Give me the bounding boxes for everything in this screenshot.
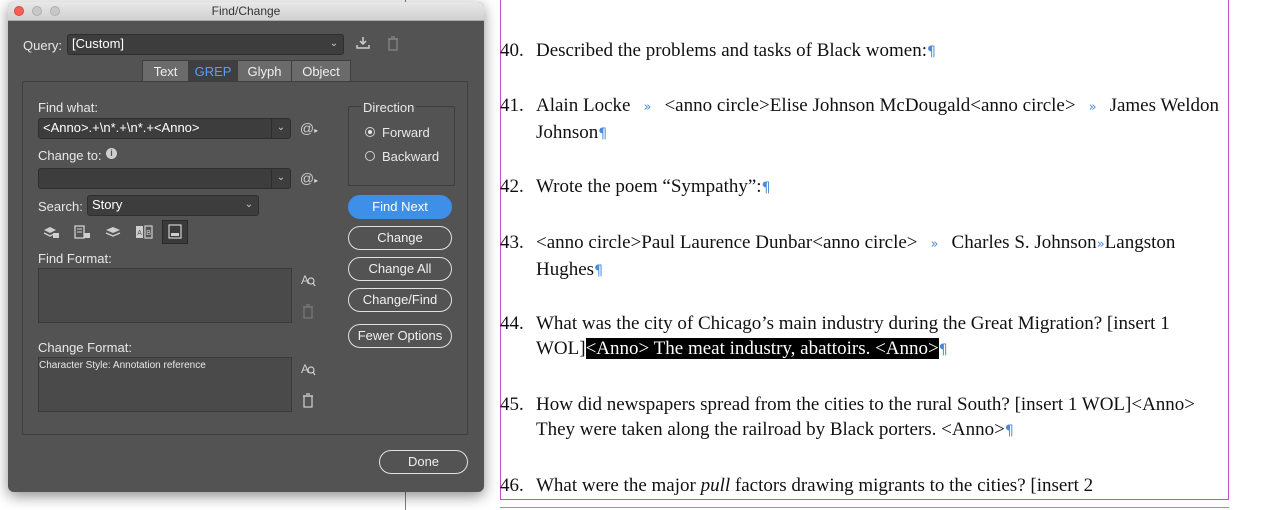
list-item-text[interactable]: Wrote the poem “Sympathy”:¶ [536, 174, 1220, 201]
selected-text: <Anno> The meat industry, abattoirs. <An… [585, 338, 939, 359]
svg-text:A: A [137, 230, 142, 237]
list-item-number: 45. [500, 394, 524, 415]
text-frame-bottom-edge [500, 499, 1229, 500]
tab-glyph[interactable]: Glyph [237, 60, 292, 82]
italic-text-run: pull [700, 475, 731, 496]
locked-layers-icon[interactable] [41, 224, 61, 243]
find-what-value: <Anno>.+\n*.+\n*.+<Anno> [43, 120, 200, 135]
tab-marker: » [930, 237, 939, 252]
specify-format-icon[interactable]: A [298, 272, 318, 291]
query-select[interactable]: [Custom] ⌄ [67, 34, 344, 55]
tab-marker: » [1088, 100, 1097, 115]
dialog-title-bar[interactable]: Find/Change [8, 2, 484, 21]
change-button[interactable]: Change [348, 226, 452, 250]
forward-radio[interactable] [365, 127, 375, 137]
paragraph-mark: ¶ [926, 44, 936, 60]
text-run: How did newspapers spread from the citie… [536, 394, 1196, 440]
change-format-value: Character Style: Annotation reference [39, 360, 206, 371]
list-item-number: 40. [500, 40, 524, 61]
change-find-button[interactable]: Change/Find [348, 288, 452, 312]
master-pages-icon[interactable]: AB [134, 224, 154, 243]
list-item-number: 44. [500, 313, 524, 334]
list-item-number: 43. [500, 232, 524, 253]
specify-format-icon[interactable]: A [298, 361, 318, 380]
list-item-text[interactable]: How did newspapers spread from the citie… [536, 392, 1220, 444]
trash-icon[interactable] [383, 36, 403, 54]
direction-label: Direction [361, 100, 417, 115]
paragraph-mark: ¶ [938, 342, 948, 358]
paragraph-mark: ¶ [594, 263, 603, 279]
text-run: Charles S. Johnson [951, 232, 1097, 253]
list-item-text[interactable]: What was the city of Chicago’s main indu… [536, 311, 1220, 363]
dialog-title: Find/Change [211, 4, 281, 18]
change-format-label: Change Format: [38, 340, 132, 355]
chevron-down-icon[interactable]: ⌄ [240, 196, 258, 215]
page-bottom-guide [500, 507, 1229, 508]
text-frame-right-edge [1228, 0, 1229, 500]
change-format-box[interactable]: Character Style: Annotation reference [38, 357, 292, 412]
done-button[interactable]: Done [379, 450, 468, 474]
find-what-label: Find what: [38, 100, 98, 115]
text-run: Alain Locke [536, 95, 631, 116]
tab-grep[interactable]: GREP [188, 60, 238, 82]
query-label: Query: [23, 38, 63, 53]
chevron-down-icon[interactable]: ⌄ [271, 169, 290, 188]
list-item-text[interactable]: What were the major pull factors drawing… [536, 473, 1220, 498]
change-to-label: Change to: [38, 148, 102, 163]
chevron-down-icon[interactable]: ⌄ [271, 119, 290, 138]
search-scope-value: Story [92, 197, 123, 212]
info-icon[interactable]: i [106, 148, 117, 159]
find-what-field[interactable]: <Anno>.+\n*.+\n*.+<Anno> ⌄ [38, 118, 291, 139]
tab-text[interactable]: Text [142, 60, 189, 82]
at-symbol-icon[interactable]: @▸ [299, 170, 319, 186]
backward-label[interactable]: Backward [382, 149, 439, 164]
save-query-icon[interactable] [353, 36, 373, 53]
svg-text:B: B [146, 230, 151, 237]
list-item-number: 46. [500, 475, 524, 496]
search-scope-select[interactable]: Story ⌄ [87, 195, 259, 216]
find-next-button[interactable]: Find Next [348, 195, 452, 219]
hidden-layers-icon[interactable] [103, 224, 123, 243]
text-run: factors drawing migrants to the cities? … [730, 475, 1094, 496]
list-item-number: 42. [500, 176, 524, 197]
chevron-down-icon[interactable]: ⌄ [325, 35, 343, 54]
tab-marker: » [643, 100, 652, 115]
tab-marker: » [1096, 237, 1105, 252]
list-item-text[interactable]: Described the problems and tasks of Blac… [536, 38, 1220, 65]
backward-radio[interactable] [365, 151, 375, 161]
search-label: Search: [38, 199, 83, 214]
find-change-dialog: Find/Change Query: [Custom] ⌄ Text GREP … [8, 2, 484, 492]
list-item-text[interactable]: Alain Locke » <anno circle>Elise Johnson M… [536, 93, 1220, 147]
paragraph-mark: ¶ [761, 180, 771, 196]
change-to-field[interactable]: ⌄ [38, 168, 291, 189]
list-item-text[interactable]: <anno circle>Paul Laurence Dunbar<anno c… [536, 230, 1220, 284]
text-run: Wrote the poem “Sympathy”: [536, 176, 762, 197]
find-format-box[interactable] [38, 268, 292, 323]
footnotes-icon[interactable] [162, 220, 188, 244]
at-symbol-icon[interactable]: @▸ [299, 120, 319, 136]
text-run: What were the major [536, 475, 701, 496]
query-value: [Custom] [72, 36, 125, 51]
trash-icon[interactable] [298, 393, 318, 411]
fewer-options-button[interactable]: Fewer Options [348, 324, 452, 348]
trash-icon[interactable] [298, 304, 318, 322]
forward-label[interactable]: Forward [382, 125, 430, 140]
text-run: <anno circle>Paul Laurence Dunbar<anno c… [536, 232, 918, 253]
direction-group [348, 106, 455, 186]
paragraph-mark: ¶ [1004, 423, 1014, 439]
list-item-number: 41. [500, 95, 524, 116]
find-format-label: Find Format: [38, 251, 112, 266]
tab-object[interactable]: Object [291, 60, 351, 82]
paragraph-mark: ¶ [598, 126, 608, 142]
change-all-button[interactable]: Change All [348, 257, 452, 281]
text-run: Described the problems and tasks of Blac… [536, 40, 927, 61]
text-run: <anno circle>Elise Johnson McDougald<ann… [664, 95, 1076, 116]
locked-stories-icon[interactable] [72, 224, 92, 243]
